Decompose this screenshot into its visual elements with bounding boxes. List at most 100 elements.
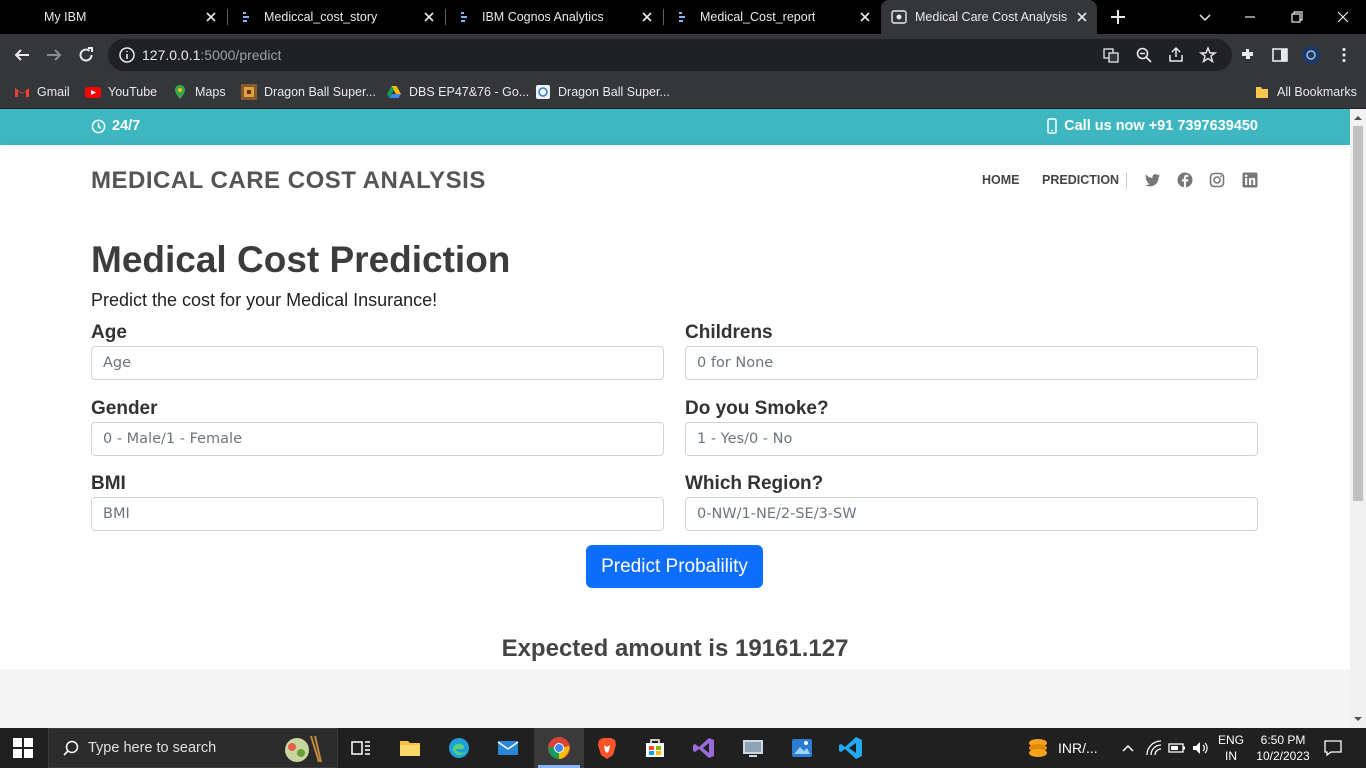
new-tab-icon[interactable]	[1110, 9, 1126, 25]
vscode-icon[interactable]	[839, 736, 863, 760]
chrome-icon[interactable]	[547, 736, 571, 760]
bookmark-star-icon[interactable]	[1199, 46, 1217, 64]
childrens-input[interactable]: 0 for None	[685, 346, 1258, 380]
address-bar[interactable]: 127.0.0.1:5000/predict	[108, 39, 1232, 71]
bookmark-youtube[interactable]: YouTube	[85, 82, 157, 102]
bookmarks-bar: Gmail YouTube Maps Dragon Ball Super... …	[0, 76, 1366, 109]
tab-search-icon[interactable]	[1196, 8, 1214, 26]
scroll-down-icon[interactable]	[1354, 715, 1362, 723]
bookmark-dbs-ep47[interactable]: DBS EP47&76 - Go...	[386, 82, 529, 102]
predict-button[interactable]: Predict Probalility	[586, 545, 763, 588]
edge-icon[interactable]	[447, 736, 471, 760]
clock-date: 10/2/2023	[1256, 749, 1310, 763]
smoke-input[interactable]: 1 - Yes/0 - No	[685, 422, 1258, 456]
url-path: :5000/predict	[200, 47, 282, 63]
region-label: Which Region?	[685, 473, 824, 494]
prediction-result: Expected amount is 19161.127	[501, 635, 849, 662]
site-brand[interactable]: MEDICAL CARE COST ANALYSIS	[91, 167, 486, 195]
bookmark-maps[interactable]: Maps	[172, 82, 226, 102]
bookmark-dragon-ball-super-1[interactable]: Dragon Ball Super...	[241, 82, 376, 102]
back-icon[interactable]	[13, 46, 31, 64]
chevron-up-icon[interactable]	[1120, 740, 1136, 756]
tab-title: Medical Care Cost Analysis	[915, 10, 1068, 24]
store-icon[interactable]	[643, 736, 667, 760]
close-icon[interactable]	[858, 10, 872, 24]
file-explorer-icon[interactable]	[398, 736, 422, 760]
clock[interactable]: 6:50 PM 10/2/2023	[1252, 732, 1314, 764]
close-icon[interactable]	[422, 10, 436, 24]
close-icon[interactable]	[204, 10, 218, 24]
side-panel-icon[interactable]	[1271, 46, 1289, 64]
gmail-icon	[15, 88, 29, 97]
bmi-input[interactable]: BMI	[91, 497, 664, 531]
clock-icon	[91, 119, 106, 133]
remote-desktop-icon[interactable]	[741, 736, 765, 760]
task-view-icon[interactable]	[349, 736, 373, 760]
tab-mediccal-cost-story[interactable]: Mediccal_cost_story	[228, 0, 444, 34]
scroll-thumb[interactable]	[1353, 126, 1363, 501]
tab-title: Medical_Cost_report	[700, 10, 816, 24]
minimize-icon[interactable]	[1241, 8, 1259, 26]
bookmark-label: YouTube	[108, 85, 158, 99]
language-code: ENG	[1217, 733, 1244, 747]
share-icon[interactable]	[1167, 46, 1185, 64]
instagram-icon[interactable]	[1209, 172, 1225, 188]
url-text: 127.0.0.1:5000/predict	[142, 47, 281, 63]
language-indicator[interactable]: ENG IN	[1214, 732, 1248, 764]
restore-icon[interactable]	[1288, 8, 1306, 26]
photos-icon[interactable]	[790, 736, 814, 760]
bookmark-gmail[interactable]: Gmail	[14, 82, 70, 102]
url-host: 127.0.0.1	[142, 47, 201, 63]
bookmark-dragon-ball-super-2[interactable]: Dragon Ball Super...	[535, 82, 670, 102]
site-info-icon[interactable]	[118, 46, 136, 64]
facebook-icon[interactable]	[1177, 172, 1193, 188]
windows-start-icon[interactable]	[13, 738, 33, 758]
nav-prediction[interactable]: PREDICTION	[1042, 173, 1119, 187]
forward-icon[interactable]	[45, 46, 63, 64]
currency-widget-text[interactable]: INR/...	[1058, 740, 1098, 756]
currency-widget-icon[interactable]	[1026, 736, 1050, 760]
gender-label: Gender	[91, 398, 158, 419]
taskbar-search[interactable]: Type here to search	[48, 728, 338, 768]
mail-icon[interactable]	[496, 736, 520, 760]
twitter-icon[interactable]	[1145, 172, 1161, 188]
visual-studio-icon[interactable]	[692, 736, 716, 760]
tab-ibm-cognos-analytics[interactable]: IBM Cognos Analytics	[446, 0, 662, 34]
linkedin-icon[interactable]	[1242, 172, 1258, 188]
extensions-icon[interactable]	[1239, 46, 1257, 64]
close-icon[interactable]	[1075, 10, 1089, 24]
bookmark-label: Dragon Ball Super...	[558, 85, 670, 99]
clock-time: 6:50 PM	[1260, 733, 1306, 747]
zoom-icon[interactable]	[1135, 46, 1153, 64]
notification-icon[interactable]	[1323, 738, 1343, 758]
tab-medical-care-cost-analysis[interactable]: Medical Care Cost Analysis	[881, 0, 1097, 34]
nav-home[interactable]: HOME	[982, 173, 1020, 187]
all-bookmarks-label: All Bookmarks	[1277, 85, 1357, 99]
wifi-icon[interactable]	[1145, 739, 1163, 757]
brave-icon[interactable]	[595, 736, 619, 760]
reload-icon[interactable]	[77, 46, 95, 64]
close-icon[interactable]	[640, 10, 654, 24]
gender-input[interactable]: 0 - Male/1 - Female	[91, 422, 664, 456]
youtube-icon	[85, 87, 101, 98]
cognos-icon	[461, 12, 467, 22]
page-viewport: 24/7 Call us now +91 7397639450 MEDICAL …	[0, 109, 1350, 728]
site-icon	[891, 10, 907, 24]
battery-icon[interactable]	[1168, 739, 1186, 757]
search-icon	[63, 740, 79, 756]
page-scrollbar[interactable]	[1350, 109, 1366, 728]
volume-icon[interactable]	[1191, 739, 1209, 757]
profile-avatar-icon[interactable]	[1302, 46, 1320, 64]
menu-icon[interactable]	[1335, 46, 1353, 64]
age-input[interactable]: Age	[91, 346, 664, 380]
all-bookmarks[interactable]: All Bookmarks	[1254, 82, 1357, 102]
scroll-up-icon[interactable]	[1354, 114, 1362, 122]
search-placeholder: Type here to search	[88, 740, 217, 756]
tab-medical-cost-report[interactable]: Medical_Cost_report	[664, 0, 880, 34]
window-close-icon[interactable]	[1334, 8, 1352, 26]
translate-icon[interactable]	[1102, 46, 1120, 64]
bookmark-label: Gmail	[37, 85, 70, 99]
tab-my-ibm[interactable]: My IBM	[0, 0, 226, 34]
region-input[interactable]: 0-NW/1-NE/2-SE/3-SW	[685, 497, 1258, 531]
region-code: IN	[1225, 749, 1237, 763]
